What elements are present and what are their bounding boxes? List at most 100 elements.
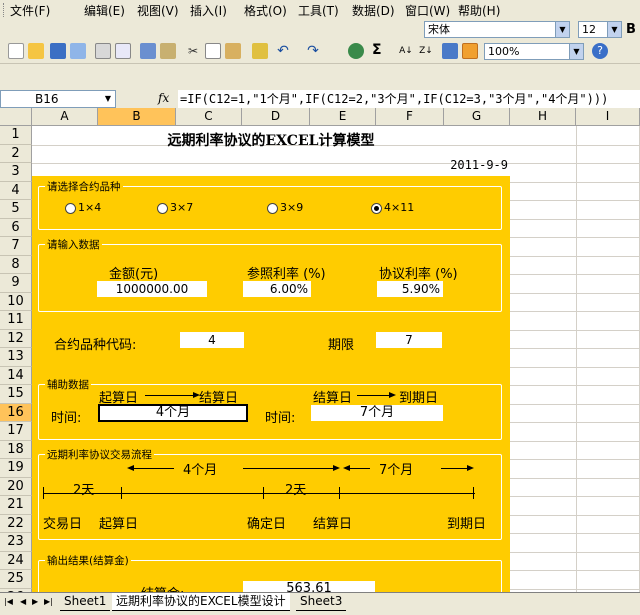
row-header-6[interactable]: 6 <box>0 218 32 237</box>
print-icon[interactable] <box>95 43 111 59</box>
radio-4x11[interactable] <box>371 203 382 214</box>
menu-grip[interactable] <box>3 3 6 17</box>
row-header-18[interactable]: 18 <box>0 440 32 459</box>
row-header-15[interactable]: 15 <box>0 385 32 404</box>
row-header-13[interactable]: 13 <box>0 348 32 367</box>
chevron-down-icon[interactable]: ▼ <box>569 44 583 59</box>
ref-rate-label: 参照利率 (%) <box>247 267 326 282</box>
new-file-icon[interactable] <box>8 43 24 59</box>
prev-sheet-icon[interactable]: ◀ <box>20 597 26 606</box>
tab-sheet3[interactable]: Sheet3 <box>296 593 347 611</box>
row-header-4[interactable]: 4 <box>0 181 32 200</box>
bold-button[interactable]: B <box>626 22 636 37</box>
row-header-5[interactable]: 5 <box>0 200 32 219</box>
research-icon[interactable] <box>160 43 176 59</box>
radio-3x9[interactable] <box>267 203 278 214</box>
font-size-select[interactable]: 12 ▼ <box>578 21 622 38</box>
time-value-2[interactable]: 7个月 <box>311 405 443 421</box>
format-painter-icon[interactable] <box>252 43 268 59</box>
spreadsheet-grid[interactable]: A B C D E F G H I 1 2 3 4 5 6 7 8 9 10 11 12 13 14 15 1… <box>0 108 640 592</box>
zoom-select[interactable]: 100% ▼ <box>484 43 584 60</box>
column-header-g[interactable]: G <box>444 108 510 126</box>
row-header-7[interactable]: 7 <box>0 237 32 256</box>
row-header-23[interactable]: 23 <box>0 533 32 552</box>
row-header-14[interactable]: 14 <box>0 366 32 385</box>
code-value[interactable]: 4 <box>180 332 244 348</box>
menu-edit[interactable]: 编辑(E) <box>84 2 125 19</box>
column-header-e[interactable]: E <box>310 108 376 126</box>
ref-rate-input[interactable]: 6.00% <box>243 281 311 297</box>
row-header-9[interactable]: 9 <box>0 274 32 293</box>
copy-icon[interactable] <box>205 43 221 59</box>
column-header-d[interactable]: D <box>242 108 310 126</box>
spelling-icon[interactable] <box>140 43 156 59</box>
row-header-20[interactable]: 20 <box>0 477 32 496</box>
row-header-8[interactable]: 8 <box>0 255 32 274</box>
menu-insert[interactable]: 插入(I) <box>190 2 227 19</box>
tab-sheet1[interactable]: Sheet1 <box>60 593 111 611</box>
tab-model-design[interactable]: 远期利率协议的EXCEL模型设计 <box>112 593 290 611</box>
row-header-10[interactable]: 10 <box>0 292 32 311</box>
hyperlink-icon[interactable] <box>348 43 364 59</box>
column-header-c[interactable]: C <box>176 108 242 126</box>
redo-icon[interactable]: ↷ <box>305 43 321 59</box>
row-header-17[interactable]: 17 <box>0 422 32 441</box>
help-icon[interactable]: ? <box>592 43 608 59</box>
menu-help[interactable]: 帮助(H) <box>458 2 500 19</box>
radio-1x4[interactable] <box>65 203 76 214</box>
chevron-down-icon[interactable]: ▼ <box>105 91 111 107</box>
permission-icon[interactable] <box>70 43 86 59</box>
column-header-h[interactable]: H <box>510 108 576 126</box>
term-value[interactable]: 7 <box>376 332 442 348</box>
column-header-a[interactable]: A <box>32 108 98 126</box>
formula-input[interactable]: =IF(C12=1,"1个月",IF(C12=2,"3个月",IF(C12=3,… <box>178 90 640 108</box>
column-header-i[interactable]: I <box>576 108 640 126</box>
row-header-2[interactable]: 2 <box>0 144 32 163</box>
radio-3x7[interactable] <box>157 203 168 214</box>
undo-icon[interactable]: ↶ <box>275 43 291 59</box>
menu-format[interactable]: 格式(O) <box>244 2 287 19</box>
row-header-25[interactable]: 25 <box>0 570 32 589</box>
row-header-21[interactable]: 21 <box>0 496 32 515</box>
row-header-16[interactable]: 16 <box>0 403 32 422</box>
chevron-down-icon[interactable]: ▼ <box>607 22 621 37</box>
paste-icon[interactable] <box>225 43 241 59</box>
save-icon[interactable] <box>50 43 66 59</box>
chart-wizard-icon[interactable] <box>442 43 458 59</box>
row-header-22[interactable]: 22 <box>0 514 32 533</box>
function-icon[interactable]: fx <box>158 91 169 105</box>
time-value-1-active-cell[interactable]: 4个月 <box>98 404 248 422</box>
menu-view[interactable]: 视图(V) <box>137 2 179 19</box>
row-header-3[interactable]: 3 <box>0 163 32 182</box>
menu-data[interactable]: 数据(D) <box>352 2 395 19</box>
row-header-24[interactable]: 24 <box>0 551 32 570</box>
font-name-select[interactable]: 宋体 ▼ <box>424 21 570 38</box>
sort-descending-icon[interactable]: Z↓ <box>418 43 434 59</box>
next-sheet-icon[interactable]: ▶ <box>32 597 38 606</box>
row-header-1[interactable]: 1 <box>0 126 32 145</box>
print-preview-icon[interactable] <box>115 43 131 59</box>
agreed-rate-input[interactable]: 5.90% <box>377 281 443 297</box>
column-header-b[interactable]: B <box>98 108 176 126</box>
sort-ascending-icon[interactable]: A↓ <box>398 43 414 59</box>
zoom-value: 100% <box>488 45 520 58</box>
menu-file[interactable]: 文件(F) <box>10 2 50 19</box>
first-sheet-icon[interactable]: |◀ <box>4 597 13 606</box>
select-all-corner[interactable] <box>0 108 32 126</box>
row-header-11[interactable]: 11 <box>0 311 32 330</box>
open-folder-icon[interactable] <box>28 43 44 59</box>
column-header-f[interactable]: F <box>376 108 444 126</box>
row-header-19[interactable]: 19 <box>0 459 32 478</box>
drawing-icon[interactable] <box>462 43 478 59</box>
chevron-down-icon[interactable]: ▼ <box>555 22 569 37</box>
contract-group-title: 请选择合约品种 <box>45 179 123 194</box>
cut-icon[interactable]: ✂ <box>185 43 201 59</box>
amount-input[interactable]: 1000000.00 <box>97 281 207 297</box>
gridline <box>32 163 640 164</box>
row-header-12[interactable]: 12 <box>0 329 32 348</box>
last-sheet-icon[interactable]: ▶| <box>44 597 53 606</box>
autosum-icon[interactable]: Σ <box>372 42 382 58</box>
menu-tools[interactable]: 工具(T) <box>298 2 339 19</box>
menu-window[interactable]: 窗口(W) <box>405 2 450 19</box>
name-box[interactable]: B16 ▼ <box>0 90 116 108</box>
